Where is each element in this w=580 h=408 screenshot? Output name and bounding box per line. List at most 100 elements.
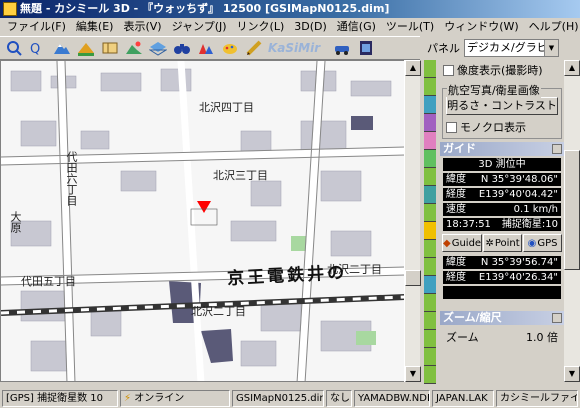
menu-edit[interactable]: 編集(E) [71, 18, 119, 36]
photo-resolution-checkbox[interactable]: 像度表示(撮影時) [443, 62, 561, 78]
panel-label: パネル [427, 42, 460, 55]
menu-view[interactable]: 表示(V) [118, 18, 166, 36]
title-bar: 無題 - カシミール 3D - 『ウォッちず』 12500 [GSIMapN01… [0, 0, 580, 18]
color-swatch [424, 132, 436, 150]
panel-selector: パネル デジカメ/グラビィ ▼ [424, 38, 580, 58]
paint-icon[interactable] [220, 38, 240, 58]
checkbox-box[interactable] [446, 121, 457, 133]
scroll-up-icon[interactable]: ▲ [405, 60, 421, 76]
value: 0.1 km/h [513, 204, 558, 215]
value: N 35°39'48.06" [480, 174, 558, 185]
monochrome-checkbox[interactable]: モノクロ表示 [446, 119, 558, 135]
color-swatch [424, 258, 436, 276]
collapse-icon[interactable] [552, 313, 562, 323]
color-swatch [424, 114, 436, 132]
menu-file[interactable]: ファイル(F) [2, 18, 71, 36]
map-label: 北沢二丁目 [191, 305, 246, 318]
online-text: オンライン [134, 392, 185, 404]
guide-time-satellites: 18:37:51 捕捉衛星:10 [443, 218, 561, 231]
map-label: 代田六丁目 [65, 151, 78, 206]
scroll-down-icon[interactable]: ▼ [564, 366, 580, 382]
panel-scrollbar[interactable]: ▲ ▼ [564, 60, 580, 382]
car-icon[interactable] [332, 38, 352, 58]
landscape-icon[interactable] [76, 38, 96, 58]
section-title: ガイド [443, 142, 476, 155]
binoculars-icon[interactable] [172, 38, 192, 58]
color-swatch [424, 240, 436, 258]
map-scrollbar[interactable]: ▲ ▼ [404, 60, 421, 382]
point-longitude: 経度 E139°40'26.34" [443, 271, 561, 284]
tab-gps[interactable]: ◉ GPS [523, 234, 563, 252]
side-panel: 像度表示(撮影時) 航空写真/衛星画像 明るさ・コントラスト モノクロ表示 ガイ… [440, 60, 564, 382]
time: 18:37:51 [446, 219, 491, 230]
menu-help[interactable]: ヘルプ(H) [524, 18, 580, 36]
color-swatch [424, 186, 436, 204]
color-swatch [424, 312, 436, 330]
label: 経度 [446, 272, 466, 283]
layer-icon[interactable] [148, 38, 168, 58]
section-title: ズーム/縮尺 [443, 311, 502, 324]
scroll-thumb[interactable] [405, 270, 421, 286]
guide-status: 3D 測位中 [443, 158, 561, 171]
checkbox-label: モノクロ表示 [460, 121, 526, 134]
tab-guide[interactable]: ◆ Guide [442, 234, 483, 252]
color-swatch [424, 78, 436, 96]
menu-comm[interactable]: 通信(G) [332, 18, 381, 36]
zoom-out-icon[interactable]: Q [28, 38, 48, 58]
kashmir-logo: KaSiMir [268, 41, 321, 55]
color-swatch [424, 96, 436, 114]
status-map-file: GSIMapN0125.dim [232, 389, 324, 407]
zoom-label: ズーム [446, 331, 479, 344]
tab-point[interactable]: ✲ Point [483, 234, 523, 252]
color-swatch [424, 294, 436, 312]
group-title: 航空写真/衛星画像 [447, 82, 541, 98]
zoom-section-header[interactable]: ズーム/縮尺 [440, 311, 564, 325]
map-label: 北沢三丁目 [213, 169, 268, 182]
zoom-icon[interactable] [4, 38, 24, 58]
zoom-row: ズーム 1.0 倍 [440, 325, 564, 349]
chevron-down-icon[interactable]: ▼ [544, 40, 558, 56]
window-title: 無題 - カシミール 3D - 『ウォッちず』 12500 [GSIMapN01… [20, 2, 390, 15]
map-label: 代田五丁目 [21, 275, 76, 288]
point-icon: ✲ [485, 237, 494, 249]
checkbox-box[interactable] [443, 64, 454, 76]
map-label: 大原 [9, 211, 22, 233]
scroll-thumb[interactable] [564, 150, 580, 270]
color-swatch [424, 330, 436, 348]
view-icon[interactable] [124, 38, 144, 58]
guide-section-header[interactable]: ガイド [440, 142, 564, 156]
lightning-icon: ⚡ [124, 392, 132, 404]
color-swatch [424, 204, 436, 222]
aerial-group: 航空写真/衛星画像 明るさ・コントラスト モノクロ表示 [442, 82, 562, 139]
satellites: 捕捉衛星:10 [501, 219, 558, 230]
menu-link[interactable]: リンク(L) [232, 18, 290, 36]
panel-select[interactable]: デジカメ/グラビィ ▼ [464, 39, 559, 57]
status-text: 3D 測位中 [478, 159, 526, 170]
status-db: YAMADBW.NDB [354, 389, 430, 407]
menu-jump[interactable]: ジャンプ(J) [167, 18, 232, 36]
label: 経度 [446, 189, 466, 200]
brightness-button[interactable]: 明るさ・コントラスト [446, 97, 558, 115]
map-icon[interactable] [100, 38, 120, 58]
value: E139°40'04.42" [478, 189, 558, 200]
menu-window[interactable]: ウィンドウ(W) [439, 18, 523, 36]
menu-3d[interactable]: 3D(D) [289, 18, 332, 36]
label: 緯度 [446, 174, 466, 185]
color-swatch [424, 348, 436, 366]
pencil-icon[interactable] [244, 38, 264, 58]
guide-icon: ◆ [443, 237, 451, 249]
status-kashmir-file: カシミールファイル [496, 389, 578, 407]
map-view[interactable]: 北沢四丁目 北沢三丁目 北沢二丁目 北沢二丁目 代田六丁目 代田五丁目 京王電鉄… [0, 60, 420, 382]
scroll-down-icon[interactable]: ▼ [405, 366, 421, 382]
menu-tool[interactable]: ツール(T) [381, 18, 439, 36]
guide-latitude: 緯度 N 35°39'48.06" [443, 173, 561, 186]
guide-longitude: 経度 E139°40'04.42" [443, 188, 561, 201]
collapse-icon[interactable] [552, 144, 562, 154]
point-extra [443, 286, 561, 299]
tab-label: Guide [451, 237, 482, 249]
film-icon[interactable] [356, 38, 376, 58]
scroll-up-icon[interactable]: ▲ [564, 60, 580, 76]
status-gps: [GPS] 捕捉衛星数 10 [2, 389, 118, 407]
mountain-icon[interactable] [52, 38, 72, 58]
marker-icon[interactable] [196, 38, 216, 58]
